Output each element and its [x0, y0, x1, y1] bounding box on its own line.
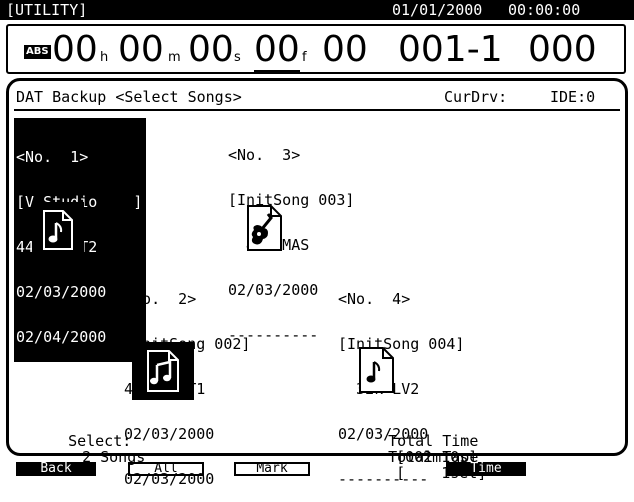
- tick-value: 000: [528, 29, 597, 70]
- song-4-icon-button[interactable]: [350, 342, 402, 398]
- timecode-seconds: 00: [188, 29, 234, 70]
- timecode-frames-unit: f: [302, 50, 307, 65]
- timecode-minutes-unit: m: [168, 50, 181, 65]
- system-time: 00:00:00: [508, 1, 581, 19]
- header-divider: [14, 109, 620, 111]
- time-display: ABS 00 h 00 m 00 s 00 f 00 001-1 000: [6, 24, 626, 74]
- all-button[interactable]: All: [128, 462, 204, 476]
- music-note-icon: [359, 347, 394, 393]
- selection-summary: Select: 2 Songs: [50, 417, 145, 465]
- guitar-icon: [247, 205, 282, 251]
- timecode-frames: 00: [254, 30, 300, 73]
- song-number: <No. 4>: [338, 290, 411, 308]
- selection-arrow-icon: [102, 218, 132, 242]
- song-2-icon-button[interactable]: [132, 342, 194, 400]
- timecode-minutes: 00: [118, 29, 164, 70]
- page-title: DAT Backup <Select Songs>: [16, 88, 242, 106]
- timecode-hours: 00: [52, 29, 98, 70]
- music-notes-icon: [147, 350, 179, 392]
- mark-button[interactable]: Mark: [234, 462, 310, 476]
- function-key-4[interactable]: [340, 462, 416, 476]
- song-number: <No. 2>: [124, 290, 197, 308]
- timecode-hours-unit: h: [100, 50, 109, 65]
- system-date: 01/01/2000: [392, 1, 483, 19]
- song-3-icon-button[interactable]: [238, 200, 290, 256]
- back-button[interactable]: Back: [16, 462, 96, 476]
- timecode-subframes: 00: [322, 29, 368, 70]
- panel-header: DAT Backup <Select Songs> CurDrv: IDE:0: [16, 87, 616, 107]
- current-drive-value: IDE:0: [550, 88, 596, 106]
- measure-beat: 001-1: [398, 29, 503, 70]
- timecode-seconds-unit: s: [234, 50, 241, 65]
- song-1-icon-button[interactable]: [32, 202, 84, 258]
- title-bar: [UTILITY] 01/01/2000 00:00:00: [0, 0, 634, 20]
- song-number: <No. 3>: [228, 146, 301, 164]
- song-number: <No. 1>: [16, 148, 89, 166]
- time-button[interactable]: Time: [446, 462, 526, 476]
- music-note-icon: [43, 210, 73, 250]
- current-drive-label: CurDrv:: [444, 88, 508, 106]
- abs-badge: ABS: [24, 45, 51, 59]
- screen-title: [UTILITY]: [6, 1, 88, 19]
